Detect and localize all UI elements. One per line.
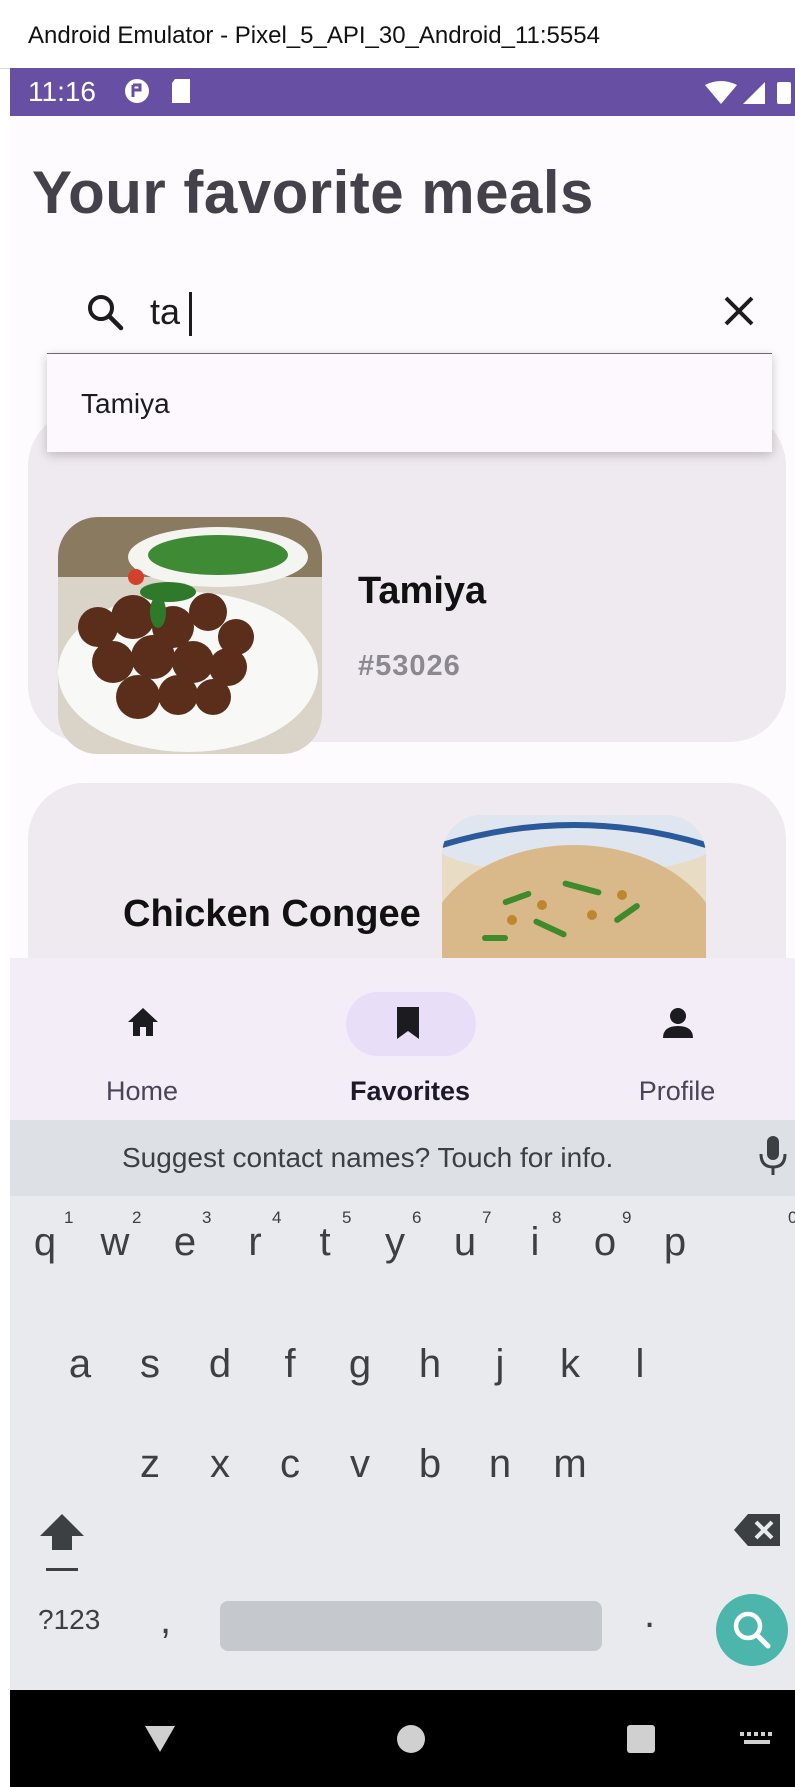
key-n[interactable]: n: [465, 1442, 535, 1487]
window-title: Android Emulator - Pixel_5_API_30_Androi…: [28, 22, 600, 49]
key-g[interactable]: g: [325, 1342, 395, 1387]
nav-label-home: Home: [105, 1076, 179, 1106]
comma-key[interactable]: ,: [160, 1598, 171, 1643]
text-caret: [189, 292, 192, 336]
sd-card-icon: [170, 78, 192, 109]
key-h[interactable]: h: [395, 1342, 465, 1387]
back-button[interactable]: [143, 1724, 177, 1759]
symbols-key[interactable]: ?123: [38, 1604, 100, 1636]
status-right-icons: [703, 80, 795, 111]
shift-key[interactable]: [36, 1510, 88, 1559]
nav-item-home[interactable]: Home: [42, 978, 242, 1108]
clear-search-button[interactable]: [720, 292, 758, 335]
soft-keyboard: Suggest contact names? Touch for info. 1…: [10, 1120, 795, 1690]
system-navigation-bar: [10, 1690, 795, 1787]
keyboard-suggestion-text[interactable]: Suggest contact names? Touch for info.: [122, 1142, 613, 1174]
key-u[interactable]: u: [430, 1220, 500, 1265]
key-e[interactable]: e: [150, 1220, 220, 1265]
microphone-icon[interactable]: [758, 1134, 788, 1183]
key-x[interactable]: x: [185, 1442, 255, 1487]
key-w[interactable]: w: [80, 1220, 150, 1265]
device-screen: 11:16 Your favorite meals Tamiya: [10, 68, 795, 1787]
keyboard-switch-icon[interactable]: [740, 1732, 774, 1751]
key-hint: 0: [788, 1208, 795, 1227]
page-title: Your favorite meals: [32, 159, 594, 226]
key-i[interactable]: i: [500, 1220, 570, 1265]
status-time: 11:16: [28, 76, 96, 107]
period-key[interactable]: .: [644, 1592, 655, 1637]
meal-id: #53026: [358, 650, 461, 682]
window-title-bar: Android Emulator - Pixel_5_API_30_Androi…: [0, 0, 795, 69]
key-k[interactable]: k: [535, 1342, 605, 1387]
key-t[interactable]: t: [290, 1220, 360, 1265]
keyboard-search-key[interactable]: [716, 1594, 788, 1666]
battery-icon: [777, 82, 791, 104]
key-s[interactable]: s: [115, 1342, 185, 1387]
key-y[interactable]: y: [360, 1220, 430, 1265]
key-o[interactable]: o: [570, 1220, 640, 1265]
suggestion-item[interactable]: Tamiya: [81, 388, 170, 420]
key-v[interactable]: v: [325, 1442, 395, 1487]
nav-item-profile[interactable]: Profile: [577, 978, 777, 1108]
meal-name: Chicken Congee: [123, 893, 421, 935]
caps-lock-indicator: [46, 1568, 78, 1571]
space-key[interactable]: [220, 1601, 602, 1651]
key-d[interactable]: d: [185, 1342, 255, 1387]
search-input[interactable]: [150, 284, 630, 340]
key-q[interactable]: q: [10, 1220, 80, 1265]
keyboard-suggestion-strip[interactable]: Suggest contact names? Touch for info.: [10, 1120, 795, 1196]
signal-icon: [743, 82, 765, 104]
status-notification-icon: [124, 78, 150, 109]
key-f[interactable]: f: [255, 1342, 325, 1387]
key-p[interactable]: p: [640, 1220, 710, 1265]
bottom-navigation: Home Favorites Profile: [10, 958, 795, 1120]
key-m[interactable]: m: [535, 1442, 605, 1487]
nav-label-favorites: Favorites: [349, 1076, 471, 1106]
key-r[interactable]: r: [220, 1220, 290, 1265]
bookmark-icon: [394, 1006, 422, 1045]
key-l[interactable]: l: [605, 1342, 675, 1387]
key-b[interactable]: b: [395, 1442, 465, 1487]
recents-button[interactable]: [626, 1724, 656, 1759]
nav-item-favorites[interactable]: Favorites: [310, 978, 510, 1108]
status-bar: 11:16: [10, 68, 795, 116]
person-icon: [661, 1006, 695, 1045]
wifi-icon: [705, 81, 737, 104]
key-c[interactable]: c: [255, 1442, 325, 1487]
nav-label-profile: Profile: [638, 1076, 716, 1106]
key-a[interactable]: a: [45, 1342, 115, 1387]
key-j[interactable]: j: [465, 1342, 535, 1387]
home-button[interactable]: [396, 1724, 426, 1759]
search-suggestions: Tamiya: [47, 353, 772, 452]
backspace-key[interactable]: [732, 1510, 784, 1555]
meal-image: [58, 517, 322, 754]
meal-card[interactable]: Tamiya #53026: [28, 410, 786, 754]
home-icon: [126, 1006, 160, 1043]
key-z[interactable]: z: [115, 1442, 185, 1487]
search-icon: [85, 292, 125, 337]
meal-name: Tamiya: [358, 570, 487, 612]
